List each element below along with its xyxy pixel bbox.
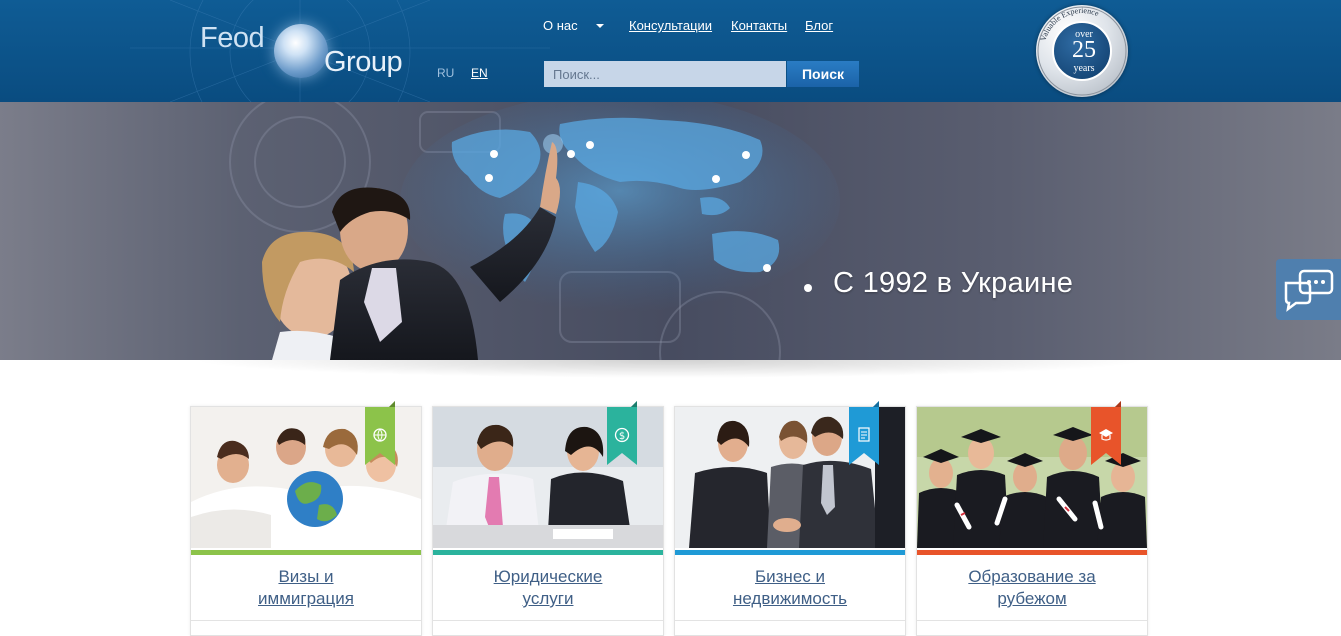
card-title-business[interactable]: Бизнес и недвижимость: [675, 566, 905, 610]
card-accent-bar: [433, 550, 663, 555]
card-title-line1: Образование за: [968, 567, 1096, 586]
card-title-line2: иммиграция: [258, 589, 354, 608]
search-button[interactable]: Поиск: [787, 61, 859, 87]
card-title-legal[interactable]: Юридические услуги: [433, 566, 663, 610]
card-accent-bar: [191, 550, 421, 555]
ribbon-graduation-cap-icon: [1091, 401, 1121, 465]
search-input[interactable]: [544, 61, 786, 87]
card-title-visas[interactable]: Визы и иммиграция: [191, 566, 421, 610]
banner-headline: С 1992 в Украине: [833, 267, 1074, 299]
nav-consultations[interactable]: Консультации: [629, 18, 712, 33]
card-title-line2: рубежом: [997, 589, 1067, 608]
badge-number: 25: [1072, 37, 1096, 63]
banner-shadow: [190, 360, 1150, 378]
service-card-business[interactable]: Бизнес и недвижимость: [674, 401, 906, 636]
lang-en-link[interactable]: EN: [471, 66, 488, 80]
card-title-line1: Визы и: [278, 567, 334, 586]
lang-ru-link[interactable]: RU: [437, 66, 454, 80]
logo-globe-icon: [274, 24, 328, 78]
svg-text:$: $: [619, 431, 625, 442]
chat-widget-button[interactable]: [1276, 259, 1341, 320]
service-card-visas[interactable]: Визы и иммиграция: [190, 401, 422, 636]
card-title-line2: недвижимость: [732, 589, 848, 608]
card-title-line1: Бизнес и: [754, 567, 825, 586]
service-card-legal[interactable]: $ Юридические услуги: [432, 401, 664, 636]
card-title-line1: Юридические: [493, 567, 603, 586]
service-card-education[interactable]: Образование за рубежом: [916, 401, 1148, 636]
ribbon-dollar-icon: $: [607, 401, 637, 465]
card-title-education[interactable]: Образование за рубежом: [917, 566, 1147, 610]
hero-illustration: [229, 102, 840, 360]
ribbon-globe-icon: [365, 401, 395, 465]
chevron-down-icon[interactable]: [596, 24, 604, 28]
logo-word-group: Group: [324, 46, 403, 78]
badge-years: years: [1073, 63, 1095, 74]
card-accent-bar: [917, 550, 1147, 555]
logo-word-feod: Feod: [200, 22, 265, 54]
card-accent-bar: [675, 550, 905, 555]
badge-center: over 25 years: [1052, 21, 1112, 81]
chat-bubbles-icon: [1284, 269, 1334, 312]
nav-blog[interactable]: Блог: [805, 18, 833, 33]
site-header: Feod Group RU EN О нас Консультации Конт…: [0, 0, 1341, 102]
card-title-line2: услуги: [522, 589, 574, 608]
card-divider: [191, 620, 421, 621]
card-divider: [433, 620, 663, 621]
nav-about[interactable]: О нас: [543, 18, 578, 33]
hero-banner: С 1992 в Украине: [0, 102, 1341, 360]
ribbon-document-icon: [849, 401, 879, 465]
experience-badge: Valuable Experience over 25 years: [1036, 5, 1128, 97]
card-divider: [675, 620, 905, 621]
card-divider: [917, 620, 1147, 621]
feod-group-logo[interactable]: Feod Group: [196, 20, 426, 82]
nav-contacts[interactable]: Контакты: [731, 18, 787, 33]
